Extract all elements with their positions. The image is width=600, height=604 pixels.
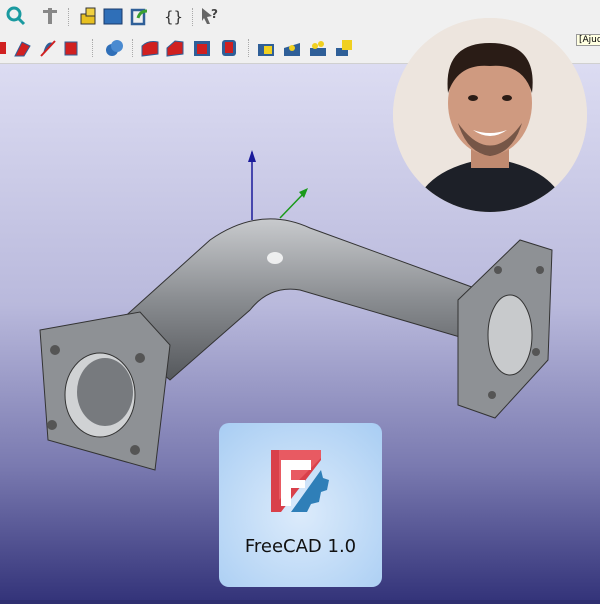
version-label: FreeCAD 1.0 <box>244 536 357 557</box>
thickness-icon[interactable] <box>192 38 212 58</box>
measure-icon[interactable] <box>40 6 60 26</box>
freecad-version-card: FreeCAD 1.0 <box>219 423 382 587</box>
export-icon[interactable] <box>130 6 150 26</box>
box-icon[interactable] <box>62 38 82 58</box>
y-axis <box>279 191 306 219</box>
revolve-icon[interactable] <box>12 38 32 58</box>
part-icon[interactable] <box>78 6 98 26</box>
mirror-icon[interactable] <box>38 38 58 58</box>
fillet-icon[interactable] <box>140 38 160 58</box>
tooltip: [Ajuda <box>576 34 600 46</box>
explode-icon[interactable] <box>308 38 328 58</box>
boolean-icon[interactable] <box>104 38 124 58</box>
avatar <box>393 18 587 212</box>
zoom-icon[interactable] <box>6 6 26 26</box>
freecad-logo <box>271 450 329 512</box>
macro-icon[interactable]: {} <box>163 6 183 26</box>
chamfer-icon[interactable] <box>165 38 185 58</box>
extrude-icon[interactable] <box>0 38 10 58</box>
attachment-icon[interactable] <box>334 38 354 58</box>
folder-icon[interactable] <box>103 6 123 26</box>
svg-text:{}: {} <box>164 8 183 26</box>
svg-text:?: ? <box>211 7 218 21</box>
compound-icon[interactable] <box>282 38 302 58</box>
primitives-icon[interactable] <box>256 38 276 58</box>
offset-icon[interactable] <box>219 38 239 58</box>
whats-this-icon[interactable]: ? <box>200 6 220 26</box>
